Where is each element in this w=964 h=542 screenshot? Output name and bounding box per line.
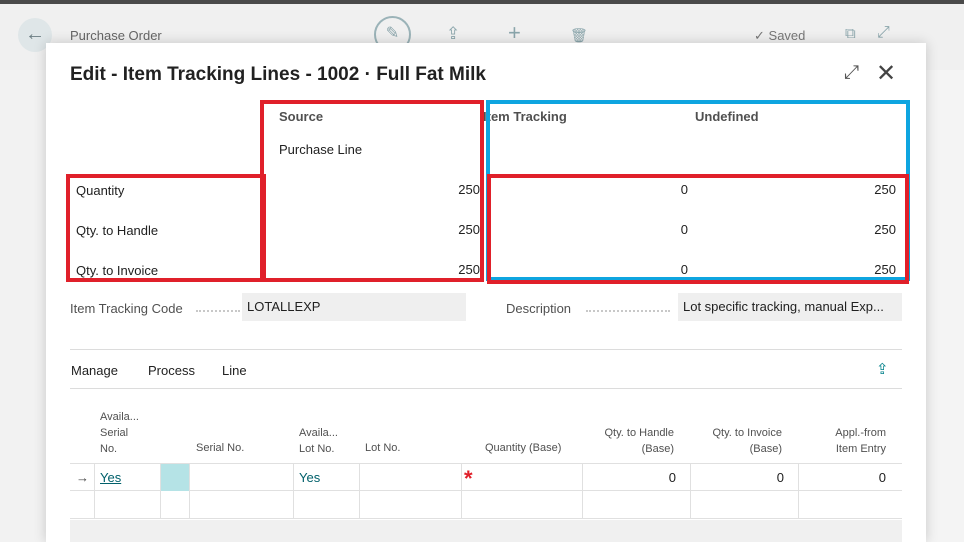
delete-icon[interactable]: 🗑: [570, 27, 588, 44]
appl-from-item-entry-cell[interactable]: 0: [826, 470, 886, 485]
expand-page-icon[interactable]: ⤢: [877, 24, 890, 42]
table-row[interactable]: [70, 491, 902, 519]
close-icon[interactable]: ✕: [876, 59, 896, 88]
item-tracking-code-field[interactable]: LOTALLEXP: [242, 293, 466, 321]
divider: [70, 349, 902, 350]
open-new-window-icon[interactable]: ⧉: [845, 25, 856, 42]
check-icon: ✓: [754, 28, 765, 43]
dots: [196, 310, 240, 312]
selected-cell[interactable]: [160, 464, 189, 491]
qty-to-invoice-cell[interactable]: 0: [724, 470, 784, 485]
required-indicator-icon: *: [464, 466, 473, 491]
divider: [461, 463, 462, 519]
item-tracking-dialog: Edit - Item Tracking Lines - 1002 · Full…: [46, 43, 926, 542]
divider: [359, 463, 360, 519]
background-left-strip: [0, 70, 46, 542]
process-action[interactable]: Process: [148, 363, 195, 378]
divider: [582, 463, 583, 519]
col-serial-no[interactable]: Serial No.: [196, 440, 244, 456]
row-pointer-icon: →: [76, 470, 89, 485]
line-action[interactable]: Line: [222, 363, 247, 378]
col-avail-serial[interactable]: Availa... Serial No.: [100, 409, 139, 457]
col-quantity-base[interactable]: Quantity (Base): [485, 440, 561, 456]
divider: [189, 463, 190, 519]
avail-lot-yes[interactable]: Yes: [299, 470, 320, 485]
avail-serial-yes-link[interactable]: Yes: [100, 470, 121, 485]
divider: [798, 463, 799, 519]
description-field[interactable]: Lot specific tracking, manual Exp...: [678, 293, 902, 321]
col-avail-lot[interactable]: Availa... Lot No.: [299, 425, 338, 457]
divider: [293, 463, 294, 519]
dialog-title: Edit - Item Tracking Lines - 1002 · Full…: [70, 64, 486, 85]
labels-highlight-box: [66, 174, 266, 282]
background-page-title: Purchase Order: [70, 28, 162, 43]
source-highlight-box: [260, 100, 484, 282]
col-qty-to-handle[interactable]: Qty. to Handle (Base): [586, 425, 675, 457]
values-highlight-box: [487, 174, 909, 284]
col-appl-from-item-entry[interactable]: Appl.-from Item Entry: [796, 425, 886, 457]
dots: [586, 310, 670, 312]
qty-to-handle-cell[interactable]: 0: [616, 470, 676, 485]
divider: [70, 388, 902, 389]
manage-action[interactable]: Manage: [71, 363, 118, 378]
expand-icon[interactable]: ⤢: [844, 62, 859, 84]
share-icon[interactable]: ⇪: [446, 24, 460, 44]
col-qty-to-invoice[interactable]: Qty. to Invoice (Base): [694, 425, 783, 457]
share-icon[interactable]: ⇪: [876, 360, 889, 378]
item-tracking-code-label: Item Tracking Code: [70, 301, 183, 316]
divider: [160, 463, 161, 519]
grid-footer: [70, 520, 902, 542]
saved-label: Saved: [768, 28, 806, 43]
divider: [94, 463, 95, 519]
description-label: Description: [506, 301, 572, 316]
saved-status: ✓ Saved: [754, 28, 805, 44]
col-lot-no[interactable]: Lot No.: [365, 440, 400, 456]
divider: [690, 463, 691, 519]
